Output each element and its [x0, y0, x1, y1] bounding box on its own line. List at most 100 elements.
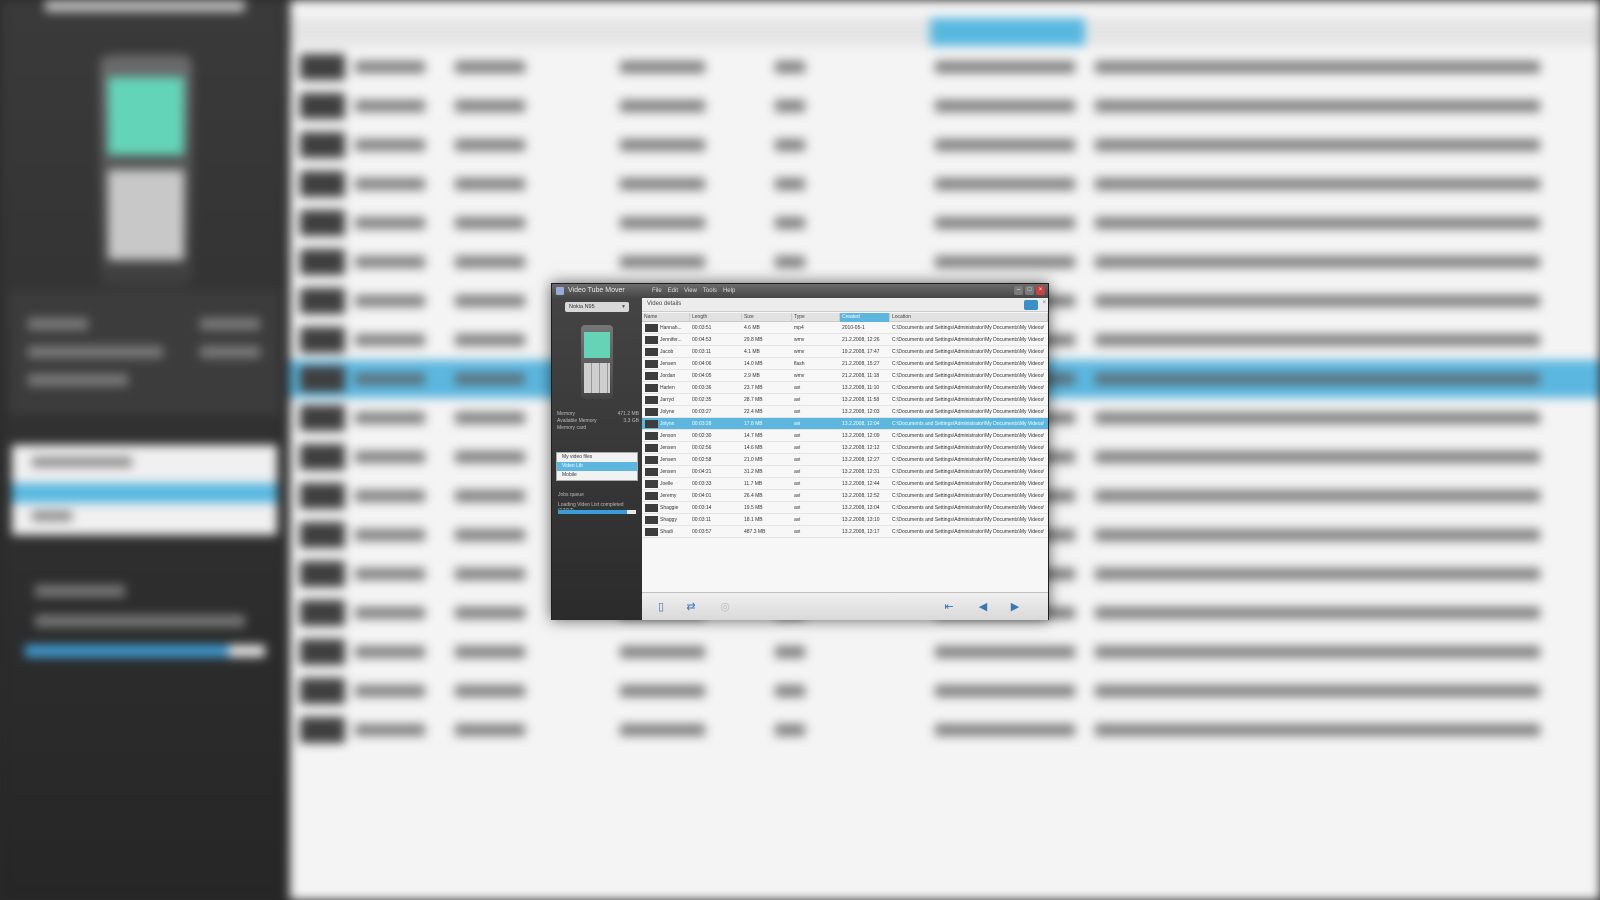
menu-view[interactable]: View: [684, 284, 697, 298]
transfer-icon[interactable]: ⇄: [684, 600, 698, 614]
column-header-name[interactable]: Name: [642, 313, 690, 322]
cell-name: Jensen: [660, 445, 677, 451]
cell-type: avi: [794, 493, 801, 499]
cell-type: avi: [794, 445, 801, 451]
table-row[interactable]: Shaggy 00:03:11 18.1 MB avi 13.2.2008, 13:10…: [642, 514, 1048, 526]
cell-created: 13.2.2008, 11:10: [842, 385, 880, 391]
cell-type: avi: [794, 529, 801, 535]
table-row[interactable]: Jensen 00:02:58 21.0 MB avi 13.2.2008, 12:27…: [642, 454, 1048, 466]
table-row[interactable]: Jensen 00:04:06 14.0 MB flash 21.2.2008, 15:…: [642, 358, 1048, 370]
cell-created: 13.2.2008, 12:27: [842, 457, 880, 463]
table-row[interactable]: Shadi 00:03:57 487.3 MB avi 13.2.2008, 13:17…: [642, 526, 1048, 538]
cell-created: 13.2.2008, 13:17: [842, 529, 880, 535]
app-icon: [556, 287, 564, 295]
table-row[interactable]: Jenson 00:02:30 14.7 MB avi 13.2.2008, 12:09…: [642, 430, 1048, 442]
panel-close-icon[interactable]: ×: [1042, 300, 1046, 306]
library-item-video-lib[interactable]: Video Lib: [557, 462, 637, 471]
back-all-icon[interactable]: ⇤: [942, 600, 956, 614]
video-thumbnail: [645, 372, 658, 380]
cell-size: 31.2 MB: [744, 469, 763, 475]
cell-location: C:\Documents and Settings\Administrator\…: [892, 397, 1044, 403]
cell-name: Jensen: [660, 361, 677, 367]
table-row[interactable]: Jolynn 00:03:28 17.8 MB avi 13.2.2008, 12:04…: [642, 418, 1048, 430]
cell-location: C:\Documents and Settings\Administrator\…: [892, 433, 1044, 439]
cell-length: 00:04:06: [692, 361, 712, 367]
menu-edit[interactable]: Edit: [668, 284, 678, 298]
cell-type: avi: [794, 481, 801, 487]
cell-size: 14.7 MB: [744, 433, 763, 439]
table-row[interactable]: Jennifer... 00:04:53 29.8 MB wmv 21.2.2008, …: [642, 334, 1048, 346]
disabled-action-icon[interactable]: ◎: [718, 600, 732, 614]
video-thumbnail: [645, 408, 658, 416]
cell-length: 00:03:57: [692, 529, 712, 535]
table-row[interactable]: Harlen 00:03:36 23.7 MB avi 13.2.2008, 11:10…: [642, 382, 1048, 394]
phone-icon[interactable]: ▯: [654, 600, 668, 614]
cell-size: 21.0 MB: [744, 457, 763, 463]
menu-file[interactable]: File: [652, 284, 662, 298]
menu-tools[interactable]: Tools: [703, 284, 717, 298]
phone-device-icon: [581, 325, 613, 399]
device-select-value: Nokia N95: [569, 304, 595, 310]
video-thumbnail: [645, 336, 658, 344]
device-info: Memory 471.2 MB Available Memory 3.3 GB Me…: [557, 411, 639, 432]
minimize-button[interactable]: –: [1014, 286, 1023, 295]
video-thumbnail: [645, 348, 658, 356]
cell-length: 00:03:27: [692, 409, 712, 415]
info-label: Memory: [557, 411, 576, 417]
cell-size: 19.5 MB: [744, 505, 763, 511]
back-icon[interactable]: ◀: [976, 600, 990, 614]
table-row[interactable]: Jarryd 00:02:35 28.7 MB avi 13.2.2008, 11:58…: [642, 394, 1048, 406]
column-header-created[interactable]: Created: [840, 313, 890, 322]
cell-length: 00:03:28: [692, 421, 712, 427]
table-row[interactable]: Jensen 00:02:56 14.6 MB avi 13.2.2008, 12:12…: [642, 442, 1048, 454]
maximize-button[interactable]: □: [1025, 286, 1034, 295]
cell-length: 00:03:11: [692, 517, 712, 523]
cell-name: Jensen: [660, 457, 677, 463]
info-label: Memory card: [557, 425, 587, 431]
cell-length: 00:03:11: [692, 349, 712, 355]
cell-location: C:\Documents and Settings\Administrator\…: [892, 445, 1044, 451]
cell-size: 28.7 MB: [744, 397, 763, 403]
column-header-location[interactable]: Location: [890, 313, 1048, 322]
cell-location: C:\Documents and Settings\Administrator\…: [892, 325, 1044, 331]
video-thumbnail: [645, 360, 658, 368]
chevron-down-icon: ▼: [621, 304, 626, 310]
table-row[interactable]: Jolyne 00:03:27 22.4 MB avi 13.2.2008, 12:03…: [642, 406, 1048, 418]
cell-length: 00:04:21: [692, 469, 712, 475]
cell-created: 21.2.2008, 11:18: [842, 373, 880, 379]
table-row[interactable]: Jacob 00:03:11 4.1 MB wmv 19.2.2008, 17:47 C:…: [642, 346, 1048, 358]
menu-help[interactable]: Help: [723, 284, 735, 298]
video-thumbnail: [645, 324, 658, 332]
column-header-size[interactable]: Size: [742, 313, 792, 322]
table-row[interactable]: Jordan 00:04:05 2.9 MB wmv 21.2.2008, 11:18 C…: [642, 370, 1048, 382]
video-thumbnail: [645, 396, 658, 404]
library-item-mobile[interactable]: Mobile: [557, 471, 637, 480]
library-item-my-video-files[interactable]: My video files: [557, 453, 637, 462]
cell-created: 21.2.2008, 12:26: [842, 337, 880, 343]
forward-icon[interactable]: ▶: [1008, 600, 1022, 614]
library-list: My video files Video Lib Mobile: [556, 452, 638, 481]
table-row[interactable]: Joelle 00:03:33 11.7 MB avi 13.2.2008, 12:44…: [642, 478, 1048, 490]
main-top-bar: Video details ×: [642, 298, 1048, 312]
view-toggle-button[interactable]: [1024, 300, 1038, 310]
cell-length: 00:03:51: [692, 325, 712, 331]
column-header-length[interactable]: Length: [690, 313, 742, 322]
bottom-toolbar: ▯ ⇄ ◎ ⇤ ◀ ▶: [642, 592, 1048, 620]
close-button[interactable]: ×: [1036, 286, 1045, 295]
table-row[interactable]: Shaggie 00:03:14 19.5 MB avi 13.2.2008, 13:0…: [642, 502, 1048, 514]
cell-created: 13.2.2008, 12:09: [842, 433, 880, 439]
cell-type: avi: [794, 421, 801, 427]
cell-location: C:\Documents and Settings\Administrator\…: [892, 421, 1044, 427]
cell-location: C:\Documents and Settings\Administrator\…: [892, 469, 1044, 475]
column-header-type[interactable]: Type: [792, 313, 840, 322]
table-header: Name Length Size Type Created Location: [642, 313, 1048, 322]
cell-name: Jolyne: [660, 409, 675, 415]
cell-location: C:\Documents and Settings\Administrator\…: [892, 481, 1044, 487]
cell-location: C:\Documents and Settings\Administrator\…: [892, 349, 1044, 355]
cell-location: C:\Documents and Settings\Administrator\…: [892, 385, 1044, 391]
table-row[interactable]: Jensen 00:04:21 31.2 MB avi 13.2.2008, 12:31…: [642, 466, 1048, 478]
video-thumbnail: [645, 516, 658, 524]
table-row[interactable]: Hannah... 00:03:51 4.6 MB mp4 2010-05-1 C:\Do…: [642, 322, 1048, 334]
table-row[interactable]: Jeremy 00:04:01 26.4 MB avi 13.2.2008, 12:52…: [642, 490, 1048, 502]
device-select[interactable]: Nokia N95 ▼: [565, 302, 629, 312]
